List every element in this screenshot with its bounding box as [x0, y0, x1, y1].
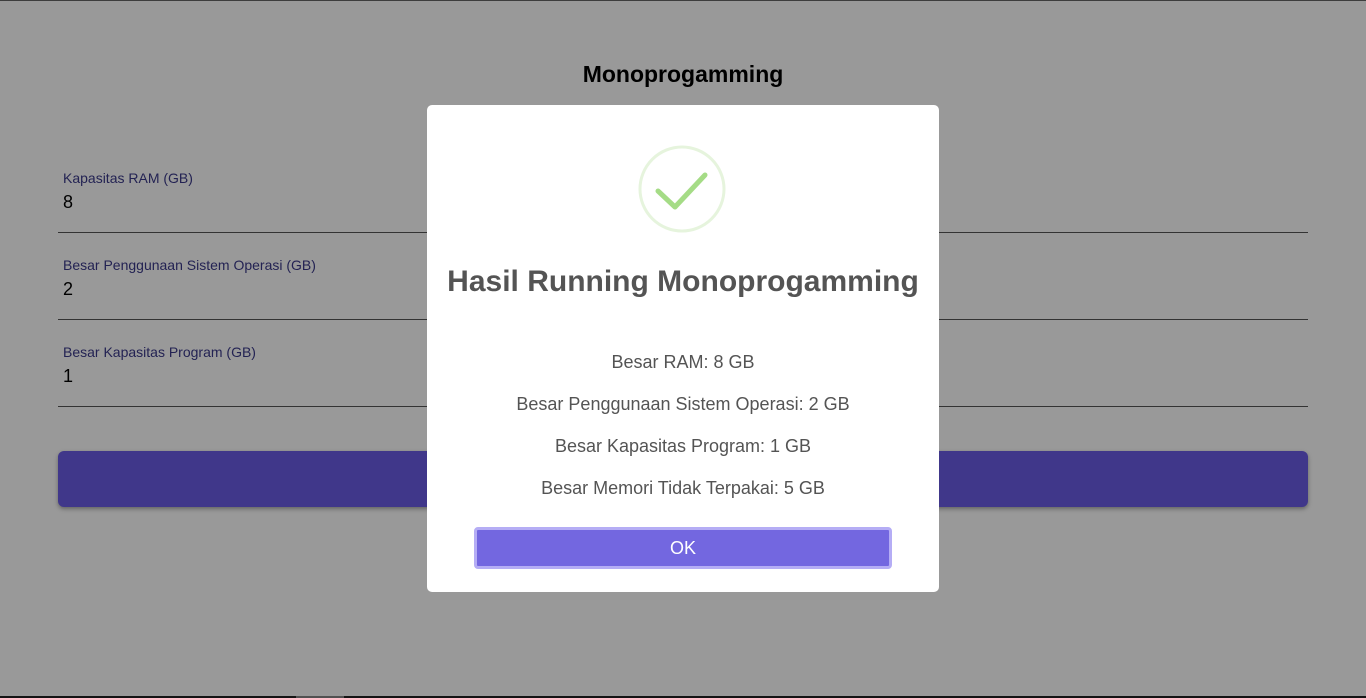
result-ram: Besar RAM: 8 GB: [611, 352, 755, 372]
result-unused-memory: Besar Memori Tidak Terpakai: 5 GB: [541, 478, 825, 498]
ok-button[interactable]: OK: [474, 527, 892, 569]
result-os-usage: Besar Penggunaan Sistem Operasi: 2 GB: [516, 394, 850, 414]
check-icon: [638, 145, 726, 233]
dialog-title: Hasil Running Monoprogamming: [447, 265, 919, 298]
result-dialog: Hasil Running Monoprogamming Besar RAM: …: [427, 105, 939, 592]
result-program-capacity: Besar Kapasitas Program: 1 GB: [554, 436, 812, 456]
